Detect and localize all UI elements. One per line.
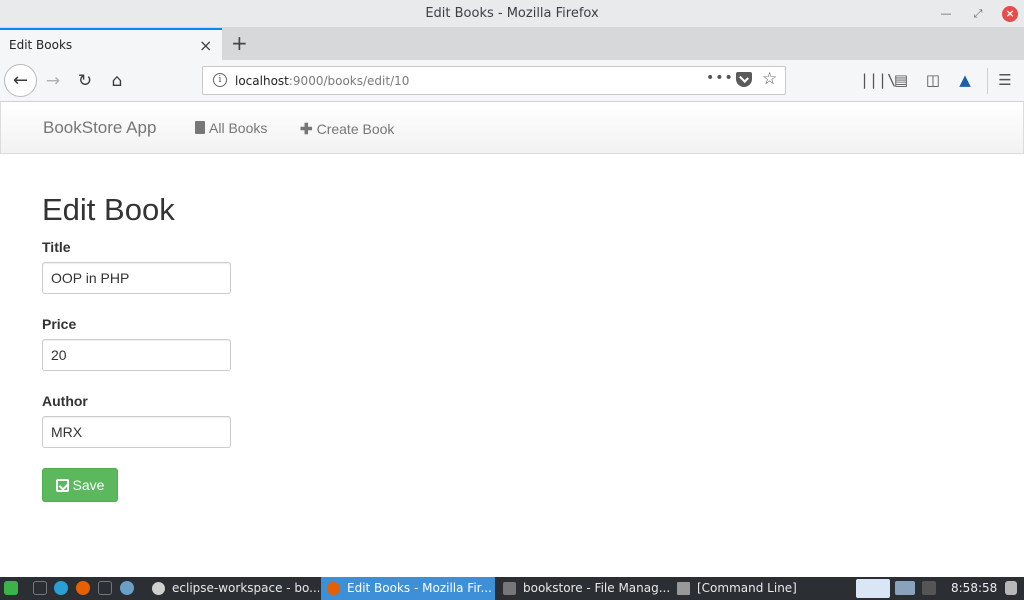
window-title: Edit Books - Mozilla Firefox [425,6,599,21]
firefox-launcher-icon[interactable] [76,581,90,595]
nav-create-book[interactable]: ✚ Create Book [300,120,394,138]
tab-close-icon[interactable]: × [199,36,212,55]
title-label: Title [42,239,71,255]
task-command-line-label: [Command Line] [697,581,797,595]
telegram-icon[interactable] [54,581,68,595]
maximize-icon[interactable]: ⤢ [970,6,986,22]
start-menu-icon[interactable] [4,581,18,595]
url-text[interactable]: localhost:9000/books/edit/10 [235,74,409,88]
task-file-manager[interactable]: bookstore - File Manag... [497,577,669,600]
minimize-icon[interactable]: — [938,6,954,22]
network-icon[interactable] [895,581,915,595]
forward-icon[interactable]: → [42,70,64,92]
nav-all-books[interactable]: All Books [195,120,267,136]
tab-edit-books[interactable]: Edit Books × [0,28,222,60]
browser-launcher-icon[interactable] [120,581,134,595]
url-path: :9000/books/edit/10 [288,74,410,88]
nav-all-books-label: All Books [209,120,268,136]
library-icon[interactable]: |||\ [860,70,896,90]
home-icon[interactable]: ⌂ [106,70,128,92]
task-eclipse-label: eclipse-workspace - bo... [172,581,319,595]
url-host: localhost [235,74,289,88]
page-actions-icon[interactable]: ••• [706,70,734,86]
eclipse-icon [152,582,165,595]
pocket-icon[interactable] [736,72,752,87]
page-title: Edit Book [42,192,175,227]
price-input[interactable] [42,339,231,371]
plus-icon: ✚ [300,121,313,138]
save-button[interactable]: Save [42,468,118,502]
app-navbar: BookStore App All Books ✚ Create Book [0,102,1024,154]
price-label: Price [42,316,77,332]
url-bar[interactable]: i localhost:9000/books/edit/10 ••• ☆ [202,66,786,95]
toolbar-divider [987,68,988,94]
show-desktop-icon[interactable] [33,581,47,595]
save-button-label: Save [72,477,105,493]
firefox-icon [327,582,340,595]
task-firefox-label: Edit Books - Mozilla Fir... [347,581,492,595]
tab-label: Edit Books [9,38,73,52]
tray-firefox-icon[interactable] [856,579,890,598]
browser-toolbar: ← → ↻ ⌂ i localhost:9000/books/edit/10 •… [0,60,1024,102]
author-input[interactable] [42,416,231,448]
reader-view-icon[interactable]: ▤ [891,70,911,90]
clock: 8:58:58 [951,581,998,595]
volume-icon[interactable] [922,581,936,595]
site-info-icon[interactable]: i [213,73,227,87]
task-command-line[interactable]: [Command Line] [671,577,843,600]
check-square-icon [55,479,69,492]
book-icon [195,121,205,134]
tab-strip: Edit Books × + [0,28,1024,60]
title-input[interactable] [42,262,231,294]
task-file-manager-label: bookstore - File Manag... [523,581,669,595]
extension-icon[interactable]: ▲ [955,70,975,90]
bookmark-star-icon[interactable]: ☆ [762,69,777,89]
terminal-icon [677,582,690,595]
folder-icon [503,582,516,595]
hamburger-menu-icon[interactable]: ☰ [995,70,1015,90]
reload-icon[interactable]: ↻ [74,70,96,92]
new-tab-icon[interactable]: + [231,31,248,55]
home-folder-icon[interactable] [98,581,112,595]
back-icon[interactable]: ← [4,64,37,97]
task-firefox[interactable]: Edit Books - Mozilla Fir... [321,577,495,600]
task-eclipse[interactable]: eclipse-workspace - bo... [146,577,319,600]
sidebar-icon[interactable]: ◫ [923,70,943,90]
close-window-icon[interactable]: × [1002,6,1018,22]
tray-user-icon[interactable] [1005,581,1017,595]
nav-create-book-label: Create Book [316,121,395,137]
window-titlebar: Edit Books - Mozilla Firefox — ⤢ × [0,0,1024,28]
taskbar: eclipse-workspace - bo... Edit Books - M… [0,577,1024,600]
app-brand[interactable]: BookStore App [43,118,156,138]
author-label: Author [42,393,88,409]
